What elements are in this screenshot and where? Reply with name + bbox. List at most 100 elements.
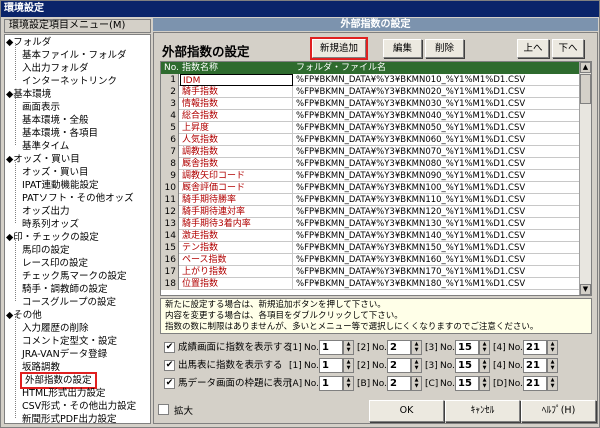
menu-item[interactable]: コースグループの設定 — [22, 296, 116, 309]
move-down-button[interactable]: 下へ — [552, 39, 584, 58]
menu-item[interactable]: 騎手・調教師の設定 — [22, 283, 108, 296]
file-path-cell[interactable]: %FP¥BKMN_DATA¥%Y3¥BKMN090_%Y1%M1%D1.CSV — [294, 170, 581, 182]
menu-item[interactable]: チェック馬マークの設定 — [22, 270, 127, 283]
spinner-arrows-icon[interactable]: ▲ ▼ — [343, 358, 354, 373]
index-name-cell[interactable]: 激走指数 — [180, 230, 293, 242]
menu-item[interactable]: 基本環境・全般 — [22, 114, 89, 127]
table-row[interactable]: 17 上がり指数 %FP¥BKMN_DATA¥%Y3¥BKMN170_%Y1%M1%… — [161, 266, 581, 278]
menu-item[interactable]: オッズ・買い目 — [22, 166, 89, 179]
table-row[interactable]: 16 ペース指数 %FP¥BKMN_DATA¥%Y3¥BKMN160_%Y1%M1%… — [161, 254, 581, 266]
index-number-input[interactable]: 1 — [319, 376, 343, 391]
menu-item[interactable]: 坂路調教 — [22, 361, 60, 374]
table-row[interactable]: 2 騎手指数 %FP¥BKMN_DATA¥%Y3¥BKMN020_%Y1%M1%D1… — [161, 86, 581, 98]
table-row[interactable]: 9 調教矢印コード %FP¥BKMN_DATA¥%Y3¥BKMN090_%Y1%M1… — [161, 170, 581, 182]
table-row[interactable]: 12 騎手期待連対率 %FP¥BKMN_DATA¥%Y3¥BKMN120_%Y1%M… — [161, 206, 581, 218]
menu-item[interactable]: 入出力フォルダ — [22, 62, 89, 75]
spinner-arrows-icon[interactable]: ▲ ▼ — [547, 358, 558, 373]
table-row[interactable]: 3 情報指数 %FP¥BKMN_DATA¥%Y3¥BKMN030_%Y1%M1%D1… — [161, 98, 581, 110]
file-path-cell[interactable]: %FP¥BKMN_DATA¥%Y3¥BKMN180_%Y1%M1%D1.CSV — [294, 278, 581, 290]
cancel-button[interactable]: ｷｬﾝｾﾙ — [445, 400, 520, 422]
menu-item[interactable]: 馬印の設定 — [22, 244, 70, 257]
table-row[interactable]: 13 騎手期待3着内率 %FP¥BKMN_DATA¥%Y3¥BKMN130_%Y1%… — [161, 218, 581, 230]
index-number-input[interactable]: 21 — [523, 376, 547, 391]
menu-item[interactable]: 基本ファイル・フォルダ — [22, 49, 127, 62]
table-row[interactable]: 11 騎手期待勝率 %FP¥BKMN_DATA¥%Y3¥BKMN110_%Y1%M1… — [161, 194, 581, 206]
table-row[interactable]: 7 調教指数 %FP¥BKMN_DATA¥%Y3¥BKMN070_%Y1%M1%D1… — [161, 146, 581, 158]
spinner-arrows-icon[interactable]: ▲ ▼ — [411, 376, 422, 391]
file-path-cell[interactable]: %FP¥BKMN_DATA¥%Y3¥BKMN010_%Y1%M1%D1.CSV — [294, 74, 581, 86]
menu-item[interactable]: 画面表示 — [22, 101, 60, 114]
option-checkbox[interactable]: ✔ — [164, 378, 175, 389]
table-row[interactable]: 18 位置指数 %FP¥BKMN_DATA¥%Y3¥BKMN180_%Y1%M1%D… — [161, 278, 581, 290]
index-number-input[interactable]: 2 — [387, 358, 411, 373]
file-path-cell[interactable]: %FP¥BKMN_DATA¥%Y3¥BKMN050_%Y1%M1%D1.CSV — [294, 122, 581, 134]
menu-item[interactable]: コメント定型文・設定 — [22, 335, 117, 348]
index-name-cell[interactable]: 厩舎指数 — [180, 158, 293, 170]
zoom-checkbox[interactable] — [158, 404, 169, 415]
index-name-cell[interactable]: 騎手期待連対率 — [180, 206, 293, 218]
index-name-cell[interactable]: 上昇度 — [180, 122, 293, 134]
file-path-cell[interactable]: %FP¥BKMN_DATA¥%Y3¥BKMN080_%Y1%M1%D1.CSV — [294, 158, 581, 170]
file-path-cell[interactable]: %FP¥BKMN_DATA¥%Y3¥BKMN160_%Y1%M1%D1.CSV — [294, 254, 581, 266]
delete-button[interactable]: 削除 — [425, 39, 464, 58]
index-number-input[interactable]: 21 — [523, 358, 547, 373]
scroll-thumb[interactable] — [580, 74, 591, 104]
menu-item[interactable]: オッズ出力 — [22, 205, 70, 218]
menu-category[interactable]: ◆フォルダ — [6, 36, 51, 49]
index-table[interactable]: No. 指数名称 フォルダ・ファイル名 1 IDM %FP¥BKMN_DATA¥%Y… — [160, 61, 592, 296]
menu-item[interactable]: IPAT連動機能設定 — [22, 179, 99, 192]
index-number-input[interactable]: 1 — [319, 340, 343, 355]
ok-button[interactable]: OK — [369, 400, 444, 422]
menu-item[interactable]: 時系列オッズ — [22, 218, 79, 231]
settings-menu-tree[interactable]: ◆フォルダ 基本ファイル・フォルダ 入出力フォルダ インターネットリンク ◆基本環境 画面… — [4, 34, 151, 424]
table-row[interactable]: 5 上昇度 %FP¥BKMN_DATA¥%Y3¥BKMN050_%Y1%M1%D1.… — [161, 122, 581, 134]
file-path-cell[interactable]: %FP¥BKMN_DATA¥%Y3¥BKMN100_%Y1%M1%D1.CSV — [294, 182, 581, 194]
spinner-arrows-icon[interactable]: ▲ ▼ — [479, 358, 490, 373]
table-row[interactable]: 8 厩舎指数 %FP¥BKMN_DATA¥%Y3¥BKMN080_%Y1%M1%D1… — [161, 158, 581, 170]
file-path-cell[interactable]: %FP¥BKMN_DATA¥%Y3¥BKMN130_%Y1%M1%D1.CSV — [294, 218, 581, 230]
index-name-cell[interactable]: 厩舎評価コード — [180, 182, 293, 194]
index-number-input[interactable]: 15 — [455, 358, 479, 373]
table-row[interactable]: 10 厩舎評価コード %FP¥BKMN_DATA¥%Y3¥BKMN100_%Y1%M… — [161, 182, 581, 194]
file-path-cell[interactable]: %FP¥BKMN_DATA¥%Y3¥BKMN120_%Y1%M1%D1.CSV — [294, 206, 581, 218]
menu-item[interactable]: HTML形式出力設定 — [22, 387, 105, 400]
spinner-arrows-icon[interactable]: ▲ ▼ — [479, 376, 490, 391]
menu-category[interactable]: ◆その他 — [6, 309, 42, 322]
edit-button[interactable]: 編集 — [383, 39, 422, 58]
index-name-cell[interactable]: 騎手指数 — [180, 86, 293, 98]
spinner-arrows-icon[interactable]: ▲ ▼ — [547, 376, 558, 391]
menu-category[interactable]: ◆印・チェックの設定 — [6, 231, 99, 244]
index-number-input[interactable]: 15 — [455, 376, 479, 391]
menu-category[interactable]: ◆オッズ・買い目 — [6, 153, 80, 166]
file-path-cell[interactable]: %FP¥BKMN_DATA¥%Y3¥BKMN140_%Y1%M1%D1.CSV — [294, 230, 581, 242]
add-button[interactable]: 新規追加 — [310, 37, 368, 60]
file-path-cell[interactable]: %FP¥BKMN_DATA¥%Y3¥BKMN150_%Y1%M1%D1.CSV — [294, 242, 581, 254]
spinner-arrows-icon[interactable]: ▲ ▼ — [479, 340, 490, 355]
menu-item[interactable]: レース印の設定 — [22, 257, 88, 270]
file-path-cell[interactable]: %FP¥BKMN_DATA¥%Y3¥BKMN040_%Y1%M1%D1.CSV — [294, 110, 581, 122]
menu-item[interactable]: 基本環境・各項目 — [22, 127, 98, 140]
menu-category[interactable]: ◆基本環境 — [6, 88, 51, 101]
scroll-down-icon[interactable]: ▼ — [580, 284, 591, 295]
option-checkbox[interactable]: ✔ — [164, 360, 175, 371]
index-name-cell[interactable]: 騎手期待勝率 — [180, 194, 293, 206]
index-name-cell[interactable]: IDM — [180, 74, 293, 86]
index-name-cell[interactable]: テン指数 — [180, 242, 293, 254]
index-name-cell[interactable]: 調教矢印コード — [180, 170, 293, 182]
scroll-up-icon[interactable]: ▲ — [580, 62, 591, 73]
table-row[interactable]: 1 IDM %FP¥BKMN_DATA¥%Y3¥BKMN010_%Y1%M1%D1.… — [161, 74, 581, 86]
index-name-cell[interactable]: 騎手期待3着内率 — [180, 218, 293, 230]
help-button[interactable]: ﾍﾙﾌﾟ(H) — [521, 400, 596, 422]
menu-item[interactable]: PATソフト・その他オッズ — [22, 192, 134, 205]
index-number-input[interactable]: 21 — [523, 340, 547, 355]
table-row[interactable]: 14 激走指数 %FP¥BKMN_DATA¥%Y3¥BKMN140_%Y1%M1%D… — [161, 230, 581, 242]
spinner-arrows-icon[interactable]: ▲ ▼ — [343, 376, 354, 391]
file-path-cell[interactable]: %FP¥BKMN_DATA¥%Y3¥BKMN110_%Y1%M1%D1.CSV — [294, 194, 581, 206]
spinner-arrows-icon[interactable]: ▲ ▼ — [411, 340, 422, 355]
menu-item[interactable]: CSV形式・その他出力設定 — [22, 400, 136, 413]
option-checkbox[interactable]: ✔ — [164, 342, 175, 353]
menu-item[interactable]: 入力履歴の削除 — [22, 322, 89, 335]
table-row[interactable]: 6 人気指数 %FP¥BKMN_DATA¥%Y3¥BKMN060_%Y1%M1%D1… — [161, 134, 581, 146]
spinner-arrows-icon[interactable]: ▲ ▼ — [547, 340, 558, 355]
index-number-input[interactable]: 1 — [319, 358, 343, 373]
